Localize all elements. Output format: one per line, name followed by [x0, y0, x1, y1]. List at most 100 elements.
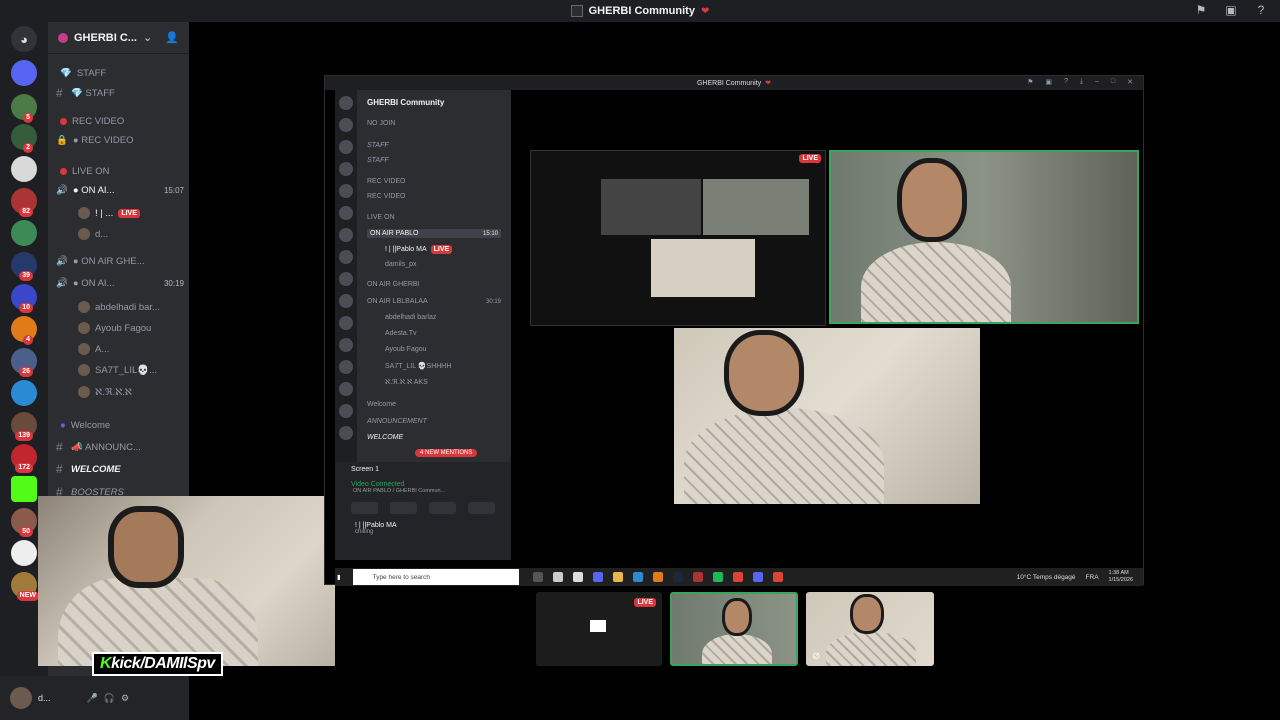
- server-icon[interactable]: 2: [11, 124, 37, 153]
- server-icon[interactable]: [11, 220, 37, 246]
- server-icon[interactable]: 39: [11, 252, 37, 281]
- window-title: GHERBI Community ❤: [570, 5, 710, 17]
- thumbnail-webcam-speaking[interactable]: [670, 592, 798, 666]
- server-icon[interactable]: [11, 540, 37, 566]
- start-menu-icon: ▮: [337, 574, 341, 581]
- server-icon[interactable]: [11, 380, 37, 406]
- server-icon[interactable]: 10: [11, 284, 37, 313]
- channel-rec-video[interactable]: 🔒 ● REC VIDEO: [56, 135, 133, 146]
- channel-label: 💎 STAFF: [71, 87, 115, 99]
- server-icon[interactable]: 172: [11, 444, 37, 473]
- server-icon[interactable]: 26: [11, 348, 37, 377]
- category-label: REC VIDEO: [72, 116, 125, 127]
- voice-channel-on-air[interactable]: 🔊 ● ON AI... 30:19: [56, 278, 184, 289]
- nested-tile: [703, 179, 809, 235]
- inner-channel: ON AIR GHERBI: [367, 281, 420, 288]
- voice-user[interactable]: SA7T_LIL💀...: [78, 364, 157, 376]
- red-dot-icon: [60, 118, 67, 125]
- server-avatar: [58, 32, 68, 43]
- voice-user[interactable]: d...: [78, 228, 108, 240]
- add-member-icon[interactable]: 👤: [165, 31, 179, 44]
- app-titlebar: GHERBI Community ❤ ⚑ ▣ ?: [0, 0, 1280, 22]
- app-icon: [692, 572, 703, 582]
- server-icon[interactable]: 4: [11, 316, 37, 345]
- voice-user[interactable]: ! | ... LIVE: [78, 207, 140, 219]
- chrome-icon: [732, 572, 743, 582]
- voice-timer: 15:07: [163, 186, 184, 195]
- voice-channel-on-air-active[interactable]: 🔊 ● ON AI... 15:07: [56, 185, 184, 196]
- discord-home-icon[interactable]: ◕: [11, 26, 37, 52]
- chrome-icon: [772, 572, 783, 582]
- server-icon[interactable]: 5: [11, 94, 37, 123]
- voice-user[interactable]: ℵ.ℜ.ℵ.ℵ: [78, 386, 132, 398]
- user-name: ℵ.ℜ.ℵ.ℵ: [95, 386, 132, 398]
- avatar[interactable]: [10, 687, 32, 709]
- flag-icon: ⚑: [1027, 79, 1034, 86]
- thumbnail-webcam[interactable]: ⊘: [806, 592, 934, 666]
- spotify-icon: [712, 572, 723, 582]
- mention-badge: 39: [19, 271, 33, 281]
- voice-user[interactable]: Ayoub Fagou: [78, 322, 151, 334]
- flag-icon[interactable]: ⚑: [1194, 3, 1208, 17]
- thumbnail-screen-share[interactable]: LIVE: [536, 592, 662, 666]
- screen-share-video-tile: LIVE: [530, 150, 826, 326]
- maximize-icon: □: [1110, 78, 1116, 85]
- avatar: [78, 301, 90, 313]
- folder-icon: [612, 572, 623, 582]
- user-name: ! | ...: [95, 207, 114, 219]
- chevron-down-icon[interactable]: ⌄: [143, 31, 152, 44]
- mute-icon[interactable]: 🎤: [87, 693, 98, 704]
- person-head: [897, 158, 967, 242]
- clock: 1:38 AM 1/15/2026: [1109, 570, 1133, 584]
- server-icon[interactable]: 82: [11, 188, 37, 217]
- channel-announcement[interactable]: # 📣 ANNOUNC...: [56, 440, 141, 454]
- inner-voice-user: Ayoub Fagou: [385, 346, 427, 353]
- webcam-video-tile: [674, 328, 980, 504]
- voice-user[interactable]: A...: [78, 343, 109, 355]
- channel-label: ● ON AIR GHE...: [72, 256, 145, 267]
- category-rec-video[interactable]: REC VIDEO: [60, 116, 124, 127]
- category-label: Welcome: [70, 420, 111, 431]
- category-welcome[interactable]: ● Welcome: [60, 420, 110, 431]
- channel-label: ● ON AI...: [72, 278, 115, 289]
- user-panel: d... 🎤 🎧 ⚙: [0, 676, 189, 720]
- inner-user-name: ! | ||Pablo MA: [385, 246, 427, 253]
- server-icon[interactable]: 139: [11, 412, 37, 441]
- category-live-on[interactable]: LIVE ON: [60, 166, 110, 177]
- person-shirt: [684, 408, 884, 504]
- server-icon[interactable]: [11, 60, 37, 86]
- person-head: [722, 598, 752, 636]
- kick-server-icon[interactable]: [11, 476, 37, 502]
- user-name: Ayoub Fagou: [95, 322, 152, 334]
- inner-category: LIVE ON: [367, 214, 395, 221]
- settings-gear-icon[interactable]: ⚙: [121, 693, 129, 704]
- mention-badge: 26: [19, 367, 33, 377]
- mention-badge: 172: [15, 463, 33, 473]
- inner-channel: NO JOIN: [367, 120, 396, 127]
- channel-welcome[interactable]: # WELCOME: [56, 462, 121, 476]
- help-icon[interactable]: ?: [1254, 3, 1268, 17]
- app-icon: [552, 572, 563, 582]
- inbox-icon[interactable]: ▣: [1224, 3, 1238, 17]
- category-staff[interactable]: 💎 STAFF: [60, 68, 106, 79]
- webcam-head: [108, 506, 184, 588]
- weather-text: 10°C Temps dégagé: [1016, 573, 1076, 581]
- inner-voice-status: Video Connected: [351, 481, 405, 488]
- deafen-icon[interactable]: 🎧: [104, 693, 115, 704]
- titlebar-icons: ⚑ ▣ ?: [1194, 3, 1268, 17]
- server-icon[interactable]: [11, 156, 37, 182]
- heart-icon: ❤: [700, 5, 710, 17]
- voice-user[interactable]: abdelhadi bar...: [78, 301, 160, 313]
- discord-icon: [752, 572, 763, 582]
- voice-channel-on-air-gherbi[interactable]: 🔊 ● ON AIR GHE...: [56, 256, 145, 267]
- inner-titlebar: GHERBI Community ❤ ⚑ ▣? ⤓ – □ ✕: [325, 76, 1143, 90]
- server-header[interactable]: GHERBI C... ⌄ 👤: [48, 22, 189, 54]
- server-icon[interactable]: 50: [11, 508, 37, 537]
- server-icon[interactable]: NEW: [11, 572, 39, 601]
- inner-window-controls: ⚑ ▣? ⤓ – □ ✕: [1027, 78, 1133, 86]
- channel-label: ● ON AI...: [72, 185, 115, 196]
- inner-active-channel: ON AIR PABLO 15:10: [367, 229, 501, 238]
- channel-staff[interactable]: # 💎 STAFF: [56, 86, 115, 100]
- category-label: STAFF: [76, 68, 107, 79]
- mention-badge: 4: [23, 335, 33, 345]
